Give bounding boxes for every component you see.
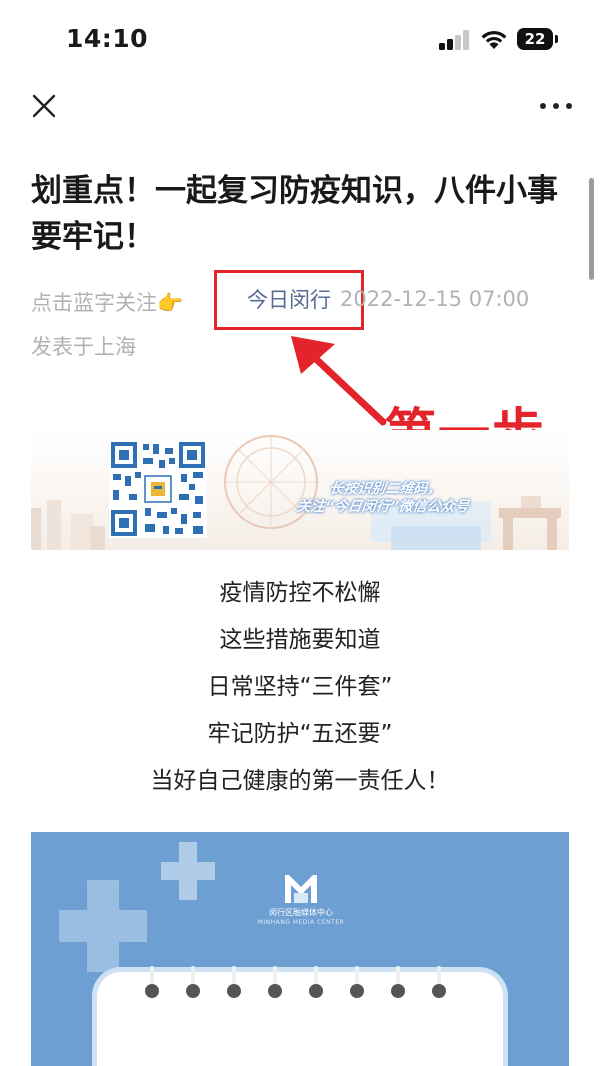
publish-date: 2022-12-15 07:00	[340, 287, 530, 311]
calendar-ring	[432, 966, 446, 998]
body-line: 当好自己健康的第一责任人！	[150, 768, 450, 794]
media-center-logo-icon	[285, 875, 317, 903]
cellular-signal-icon	[439, 30, 471, 50]
qr-code[interactable]	[109, 440, 207, 538]
calendar-ring	[391, 966, 405, 998]
more-icon[interactable]	[538, 100, 574, 112]
calendar-ring	[227, 966, 241, 998]
close-icon[interactable]	[30, 92, 58, 120]
calendar-ring	[309, 966, 323, 998]
calendar-ring	[186, 966, 200, 998]
body-line: 这些措施要知道	[219, 627, 381, 653]
battery-icon: 22	[517, 28, 553, 50]
banner-caption-line-2: 关注“今日闵行”微信公众号	[295, 499, 470, 515]
annotation-arrow-icon	[291, 336, 387, 426]
follow-hint: 点击蓝字关注👉	[31, 291, 184, 315]
banner-caption-line-1: 长按识别二维码，	[328, 481, 443, 497]
article-poster-image: 闵行区融媒体中心 MINHANG MEDIA CENTER	[31, 832, 569, 1066]
calendar-ring	[268, 966, 282, 998]
calendar-ring	[350, 966, 364, 998]
poster-org-name-en: MINHANG MEDIA CENTER	[257, 919, 345, 926]
scrollbar[interactable]	[589, 178, 594, 280]
poster-org-name: 闵行区融媒体中心	[269, 908, 333, 917]
banner-caption: 长按识别二维码， 关注“今日闵行”微信公众号	[256, 480, 511, 516]
body-line: 日常坚持“三件套”	[207, 674, 393, 700]
wifi-icon	[481, 30, 507, 49]
body-line: 疫情防控不松懈	[219, 580, 381, 606]
article-body: 疫情防控不松懈 这些措施要知道 日常坚持“三件套” 牢记防护“五还要” 当好自己…	[0, 570, 600, 805]
publish-location: 发表于上海	[31, 335, 136, 359]
body-line: 牢记防护“五还要”	[207, 721, 393, 747]
battery-cap	[555, 35, 558, 43]
status-bar: 14:10 22	[0, 0, 600, 80]
qr-banner-image: 长按识别二维码， 关注“今日闵行”微信公众号	[31, 430, 569, 550]
calendar-ring	[145, 966, 159, 998]
article-title: 划重点！一起复习防疫知识，八件小事要牢记！	[31, 173, 558, 255]
status-time: 14:10	[66, 24, 149, 53]
